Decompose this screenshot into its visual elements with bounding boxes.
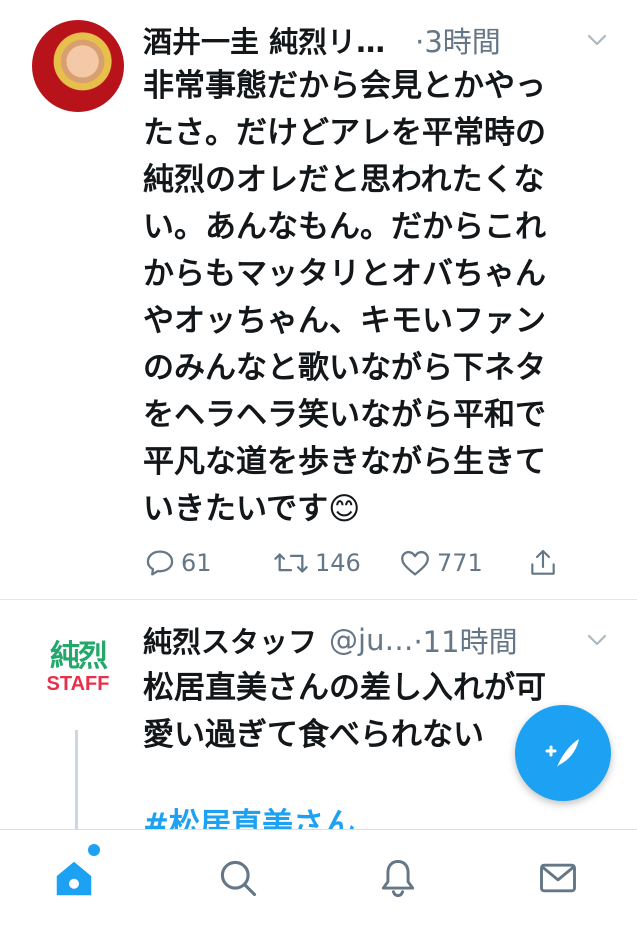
messages-icon: [540, 863, 576, 893]
tweet-line: からもマッタリとオバちゃん: [143, 256, 546, 292]
bottom-tab-bar: [0, 829, 637, 925]
chevron-down-icon[interactable]: [585, 628, 609, 652]
tweet-line: 松居直美さんの差し入れが可: [143, 670, 546, 706]
notifications-icon: [381, 860, 415, 898]
tweet[interactable]: 酒井一圭 純烈リ… ·3時間 非常事態だから会見とかやっ たさ。だけどアレを平常…: [0, 0, 637, 600]
unread-dot: [88, 844, 100, 856]
tweet-timestamp[interactable]: ·3時間: [415, 19, 501, 61]
share-button[interactable]: [527, 540, 563, 586]
reply-count: 61: [181, 549, 212, 577]
avatar[interactable]: [32, 20, 124, 112]
compose-tweet-icon: [545, 739, 579, 767]
retweet-button[interactable]: 146: [271, 540, 361, 586]
tweet-header: 純烈スタッフ @ju… ·11時間: [143, 620, 623, 660]
home-icon: [56, 861, 92, 896]
retweet-count: 146: [315, 549, 361, 577]
tab-notifications[interactable]: [358, 830, 438, 925]
retweet-icon: [274, 553, 308, 573]
author-name[interactable]: 酒井一圭 純烈リ…: [143, 19, 385, 61]
tweet-timestamp[interactable]: ·11時間: [413, 619, 517, 661]
chevron-down-icon[interactable]: [585, 28, 609, 52]
tweet-body: 非常事態だから会見とかやっ たさ。だけどアレを平常時の 純烈のオレだと思われたく…: [143, 63, 603, 533]
share-icon: [531, 549, 555, 575]
tab-home[interactable]: [34, 830, 114, 925]
like-count: 771: [437, 549, 483, 577]
like-icon: [401, 550, 429, 576]
tweet-line: たさ。だけどアレを平常時の: [143, 115, 546, 151]
author-name[interactable]: 純烈スタッフ: [143, 619, 317, 661]
search-icon: [220, 860, 257, 897]
avatar[interactable]: 純烈 STAFF: [32, 628, 124, 708]
tweet-line: 非常事態だから会見とかやっ: [143, 68, 546, 104]
tweet-actions: 61 146 771: [143, 540, 583, 586]
author-handle[interactable]: @ju…: [329, 623, 413, 657]
compose-tweet-button[interactable]: [515, 705, 611, 801]
tweet-line: いきたいです😊: [143, 491, 361, 527]
reply-icon: [146, 550, 174, 576]
tweet-line: 平凡な道を歩きながら生きて: [143, 444, 546, 480]
tab-messages[interactable]: [518, 830, 598, 925]
tweet-line: やオッちゃん、キモいファン: [143, 303, 546, 339]
like-button[interactable]: 771: [397, 540, 483, 586]
avatar-logo-text: STAFF: [46, 673, 110, 695]
tweet-header: 酒井一圭 純烈リ… ·3時間: [143, 20, 623, 60]
tab-search[interactable]: [198, 830, 278, 925]
tweet-line: のみんなと歌いながら下ネタ: [143, 350, 546, 386]
tweet-line: 純烈のオレだと思われたくな: [143, 162, 545, 198]
thread-line: [75, 730, 78, 830]
avatar-logo-kanji: 純烈: [50, 639, 108, 674]
reply-button[interactable]: 61: [143, 540, 212, 586]
tweet-line: い。あんなもん。だからこれ: [143, 209, 546, 245]
tweet-line: をヘラヘラ笑いながら平和で: [143, 397, 546, 433]
